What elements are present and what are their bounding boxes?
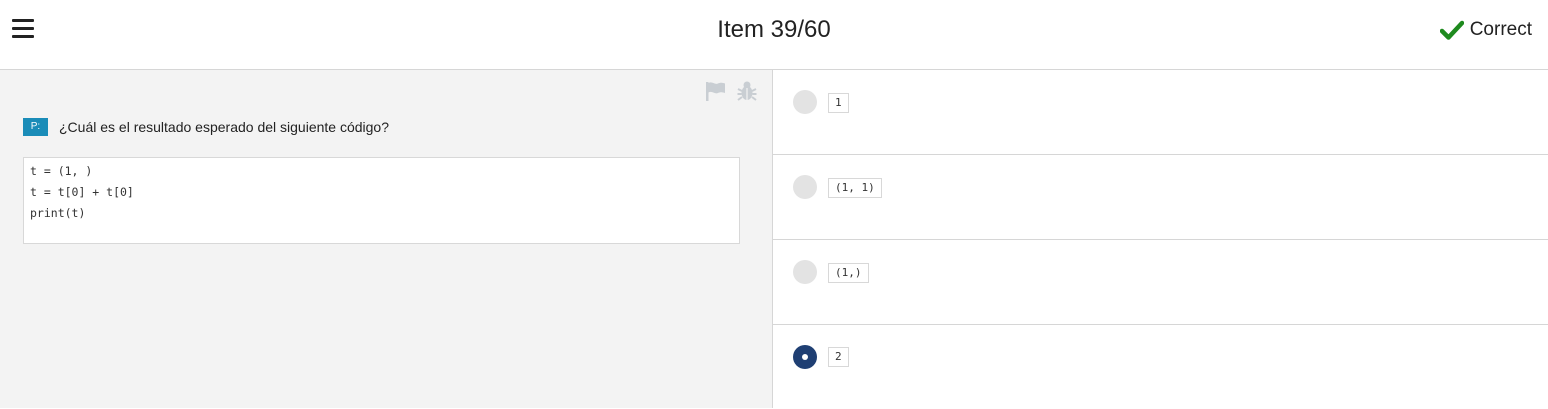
option-code: (1,) xyxy=(828,263,869,283)
radio-button[interactable] xyxy=(793,260,817,284)
question-text: ¿Cuál es el resultado esperado del sigui… xyxy=(59,119,389,135)
status-correct: Correct xyxy=(1439,18,1532,42)
answer-option-3[interactable]: (1,) xyxy=(773,240,1548,325)
flag-icon[interactable] xyxy=(704,80,726,102)
status-label: Correct xyxy=(1469,19,1532,40)
answer-option-2[interactable]: (1, 1) xyxy=(773,155,1548,240)
page-title: Item 39/60 xyxy=(717,16,831,43)
question-pane: P: ¿Cuál es el resultado esperado del si… xyxy=(0,70,773,408)
option-code: (1, 1) xyxy=(828,178,882,198)
option-code: 2 xyxy=(828,347,849,367)
code-block: t = (1, ) t = t[0] + t[0] print(t) xyxy=(23,157,740,244)
code-line: t = (1, ) xyxy=(30,164,93,178)
option-code: 1 xyxy=(828,93,849,113)
code-line: print(t) xyxy=(30,206,86,220)
radio-button[interactable] xyxy=(793,175,817,199)
code-line: t = t[0] + t[0] xyxy=(30,185,134,199)
answer-option-1[interactable]: 1 xyxy=(773,70,1548,155)
checkmark-icon xyxy=(1439,20,1464,40)
bug-icon[interactable] xyxy=(736,80,758,102)
question-row: P: ¿Cuál es el resultado esperado del si… xyxy=(23,118,389,136)
answer-options: 1 (1, 1) (1,) 2 xyxy=(773,70,1548,408)
radio-button-selected[interactable] xyxy=(793,345,817,369)
radio-button[interactable] xyxy=(793,90,817,114)
answer-option-4[interactable]: 2 xyxy=(773,325,1548,409)
top-bar: Item 39/60 Correct xyxy=(0,0,1548,70)
question-badge: P: xyxy=(23,118,48,136)
